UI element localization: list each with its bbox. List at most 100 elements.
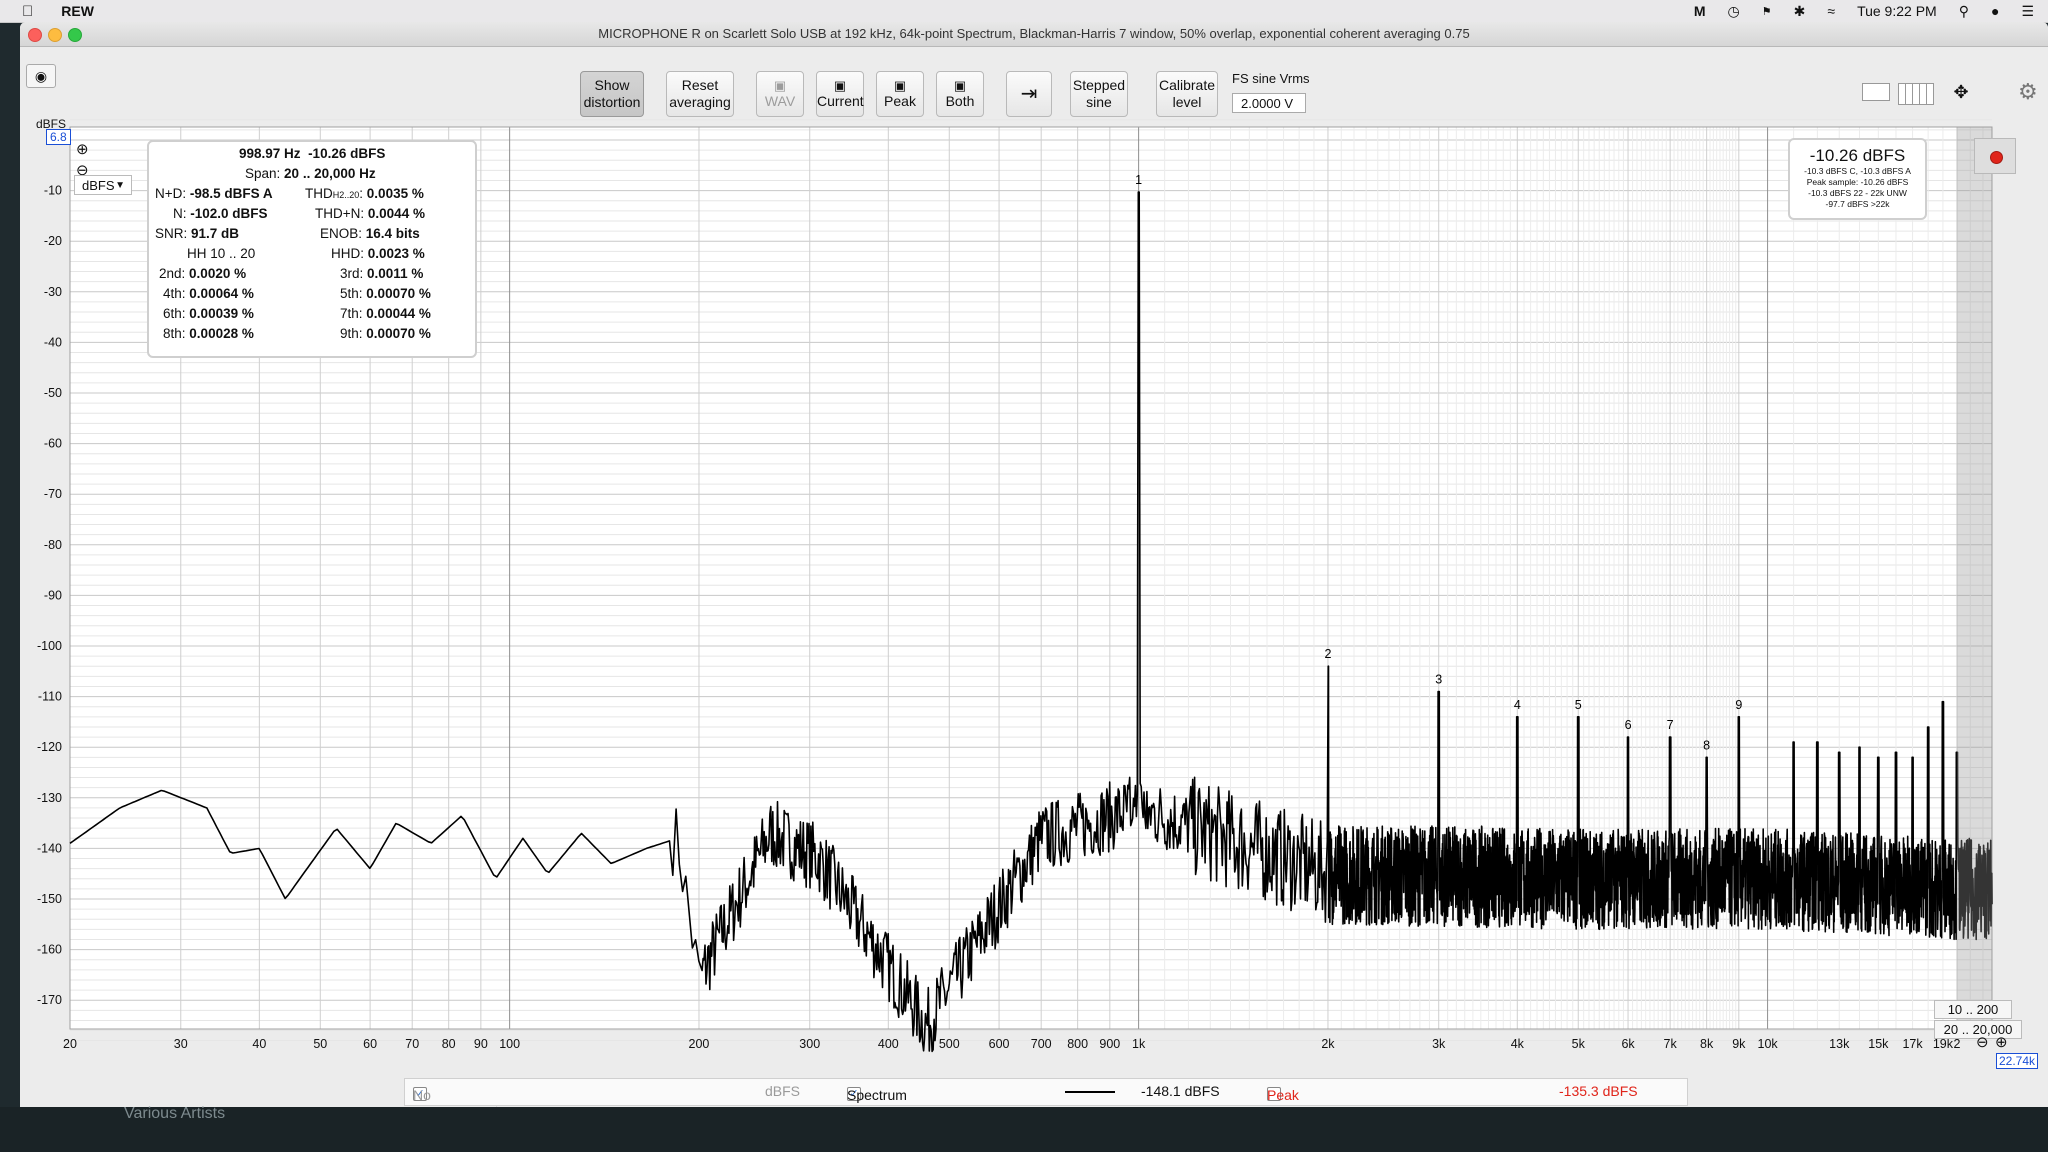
y-tick-label: -170 bbox=[37, 993, 62, 1007]
span-label: Span: bbox=[245, 166, 281, 181]
app-menu-name[interactable]: REW bbox=[61, 3, 94, 19]
x-tick-label: 1k bbox=[1132, 1037, 1146, 1051]
x-tick-label: 700 bbox=[1031, 1037, 1052, 1051]
save-icon: ▣ bbox=[833, 77, 847, 93]
x-tick-label: 5k bbox=[1572, 1037, 1586, 1051]
h6-label: 6th: bbox=[163, 306, 186, 321]
x-tick-label: 3k bbox=[1432, 1037, 1446, 1051]
hh-range-label: HH 10 .. 20 bbox=[187, 246, 256, 261]
x-tick-label: 20 bbox=[63, 1037, 77, 1051]
input-source-flag-icon[interactable]: ⚑ bbox=[1762, 5, 1772, 18]
y-axis-top-value[interactable]: 6.8 bbox=[46, 129, 71, 145]
noise-label: N: bbox=[173, 206, 187, 221]
harmonic-number-label: 7 bbox=[1667, 718, 1674, 732]
wifi-icon[interactable]: ≈ bbox=[1827, 3, 1835, 19]
x-tick-label: 6k bbox=[1621, 1037, 1635, 1051]
x-axis-right-value[interactable]: 22.74k bbox=[1996, 1053, 2039, 1069]
x-tick-label: 8k bbox=[1700, 1037, 1714, 1051]
zoom-window-button[interactable] bbox=[68, 28, 82, 42]
h7-label: 7th: bbox=[340, 306, 363, 321]
h4-label: 4th: bbox=[163, 286, 186, 301]
range-10-200-label: 10 .. 200 bbox=[1947, 1002, 1999, 1017]
save-current-button[interactable]: ▣ Current bbox=[816, 71, 864, 117]
harmonic-number-label: 2 bbox=[1324, 647, 1331, 661]
x-tick-label: 17k bbox=[1902, 1037, 1923, 1051]
enob-label: ENOB: bbox=[320, 226, 363, 241]
save-icon: ▣ bbox=[953, 77, 967, 93]
settings-gear-icon[interactable]: ⚙ bbox=[2018, 79, 2038, 105]
calibrate-level-label-1: Calibrate bbox=[1158, 77, 1216, 93]
menu-clock[interactable]: Tue 9:22 PM bbox=[1857, 3, 1937, 19]
x-tick-label: 60 bbox=[363, 1037, 377, 1051]
background-app-text: Various Artists bbox=[124, 1105, 226, 1122]
h2-value: 0.0020 % bbox=[189, 266, 247, 281]
x-zoom-in-icon[interactable]: ⊕ bbox=[1995, 1033, 2008, 1051]
macos-menu-bar:  REW M ◷ ⚑ ✱ ≈ Tue 9:22 PM ⚲ ● ☰ bbox=[0, 0, 2048, 23]
h3-label: 3rd: bbox=[340, 266, 364, 281]
reset-averaging-label-2: averaging bbox=[669, 94, 731, 110]
x-tick-label: 7k bbox=[1664, 1037, 1678, 1051]
y-tick-label: -60 bbox=[44, 437, 62, 451]
calibrate-level-label-2: level bbox=[1172, 94, 1202, 110]
window-title: MICROPHONE R on Scarlett Solo USB at 192… bbox=[598, 26, 1470, 41]
x-tick-label: 100 bbox=[499, 1037, 520, 1051]
thd-value: 0.0035 % bbox=[366, 186, 424, 201]
x-zoom-out-icon[interactable]: ⊖ bbox=[1976, 1033, 1989, 1051]
apple-menu-icon[interactable]:  bbox=[22, 3, 33, 20]
fundamental-frequency: 998.97 Hz bbox=[239, 146, 301, 161]
fundamental-level: -10.26 dBFS bbox=[308, 146, 386, 161]
notification-center-icon[interactable]: ☰ bbox=[2021, 3, 2034, 20]
zoom-in-icon[interactable]: ⊕ bbox=[76, 140, 89, 158]
export-button[interactable]: ⇥ bbox=[1006, 71, 1052, 117]
hhd-label: HHD: bbox=[331, 246, 364, 261]
time-machine-icon[interactable]: ◷ bbox=[1728, 3, 1740, 20]
trace-legend-bar: ✓No measurement dBFS ✓Spectrum -148.1 dB… bbox=[404, 1078, 1688, 1107]
window-titlebar: MICROPHONE R on Scarlett Solo USB at 192… bbox=[20, 22, 2048, 47]
close-window-button[interactable] bbox=[28, 28, 42, 42]
x-tick-label: 9k bbox=[1732, 1037, 1746, 1051]
snr-label: SNR: bbox=[155, 226, 188, 241]
y-tick-label: -90 bbox=[44, 588, 62, 602]
save-both-button[interactable]: ▣ Both bbox=[936, 71, 984, 117]
fs-sine-input[interactable]: 2.0000 V bbox=[1232, 93, 1306, 113]
fs-sine-label: FS sine Vrms bbox=[1232, 71, 1310, 86]
layout-columns-icon[interactable] bbox=[1898, 83, 1934, 105]
record-button[interactable] bbox=[1974, 138, 2016, 174]
show-distortion-button[interactable]: Show distortion bbox=[580, 71, 644, 117]
bluetooth-icon[interactable]: ✱ bbox=[1794, 3, 1806, 20]
spectrum-plot-area[interactable]: 0-10-20-30-40-50-60-70-80-90-100-110-120… bbox=[20, 117, 2048, 1107]
record-icon bbox=[1990, 151, 2003, 164]
camera-snapshot-button[interactable]: ◉ bbox=[26, 64, 56, 88]
harmonic-number-label: 5 bbox=[1575, 698, 1582, 712]
y-tick-label: -100 bbox=[37, 639, 62, 653]
wav-button[interactable]: ▣ WAV bbox=[756, 71, 804, 117]
x-tick-label: 900 bbox=[1099, 1037, 1120, 1051]
minimize-window-button[interactable] bbox=[48, 28, 62, 42]
harmonic-number-label: 9 bbox=[1735, 698, 1742, 712]
thd-plus-n-value: 0.0044 % bbox=[367, 206, 425, 221]
fit-view-arrows-icon[interactable]: ✥ bbox=[1944, 79, 1978, 105]
range-10-200-button[interactable]: 10 .. 200 bbox=[1934, 1000, 2012, 1019]
harmonic-number-label: 6 bbox=[1625, 718, 1632, 732]
h3-value: 0.0011 % bbox=[367, 266, 424, 281]
y-unit-select[interactable]: dBFS ▼ bbox=[74, 175, 132, 195]
spectrum-line-swatch bbox=[1065, 1091, 1115, 1093]
h5-label: 5th: bbox=[340, 286, 363, 301]
stepped-sine-button[interactable]: Stepped sine bbox=[1070, 71, 1128, 117]
x-tick-label: 2 bbox=[1953, 1037, 1960, 1051]
h9-value: 0.00070 % bbox=[366, 326, 431, 341]
layout-single-icon[interactable] bbox=[1862, 83, 1890, 101]
distortion-stats-panel: 998.97 Hz -10.26 dBFS Span: 20 .. 20,000… bbox=[147, 140, 477, 358]
malwarebytes-icon[interactable]: M bbox=[1694, 3, 1706, 19]
calibrate-level-button[interactable]: Calibrate level bbox=[1156, 71, 1218, 117]
siri-icon[interactable]: ● bbox=[1991, 3, 1999, 19]
x-tick-label: 90 bbox=[474, 1037, 488, 1051]
y-tick-label: -20 bbox=[44, 234, 62, 248]
chevron-down-icon: ▼ bbox=[115, 180, 125, 191]
h6-value: 0.00039 % bbox=[189, 306, 254, 321]
spotlight-search-icon[interactable]: ⚲ bbox=[1959, 3, 1969, 20]
save-peak-button[interactable]: ▣ Peak bbox=[876, 71, 924, 117]
harmonic-number-label: 1 bbox=[1135, 173, 1142, 187]
h5-value: 0.00070 % bbox=[366, 286, 431, 301]
reset-averaging-button[interactable]: Reset averaging bbox=[666, 71, 734, 117]
